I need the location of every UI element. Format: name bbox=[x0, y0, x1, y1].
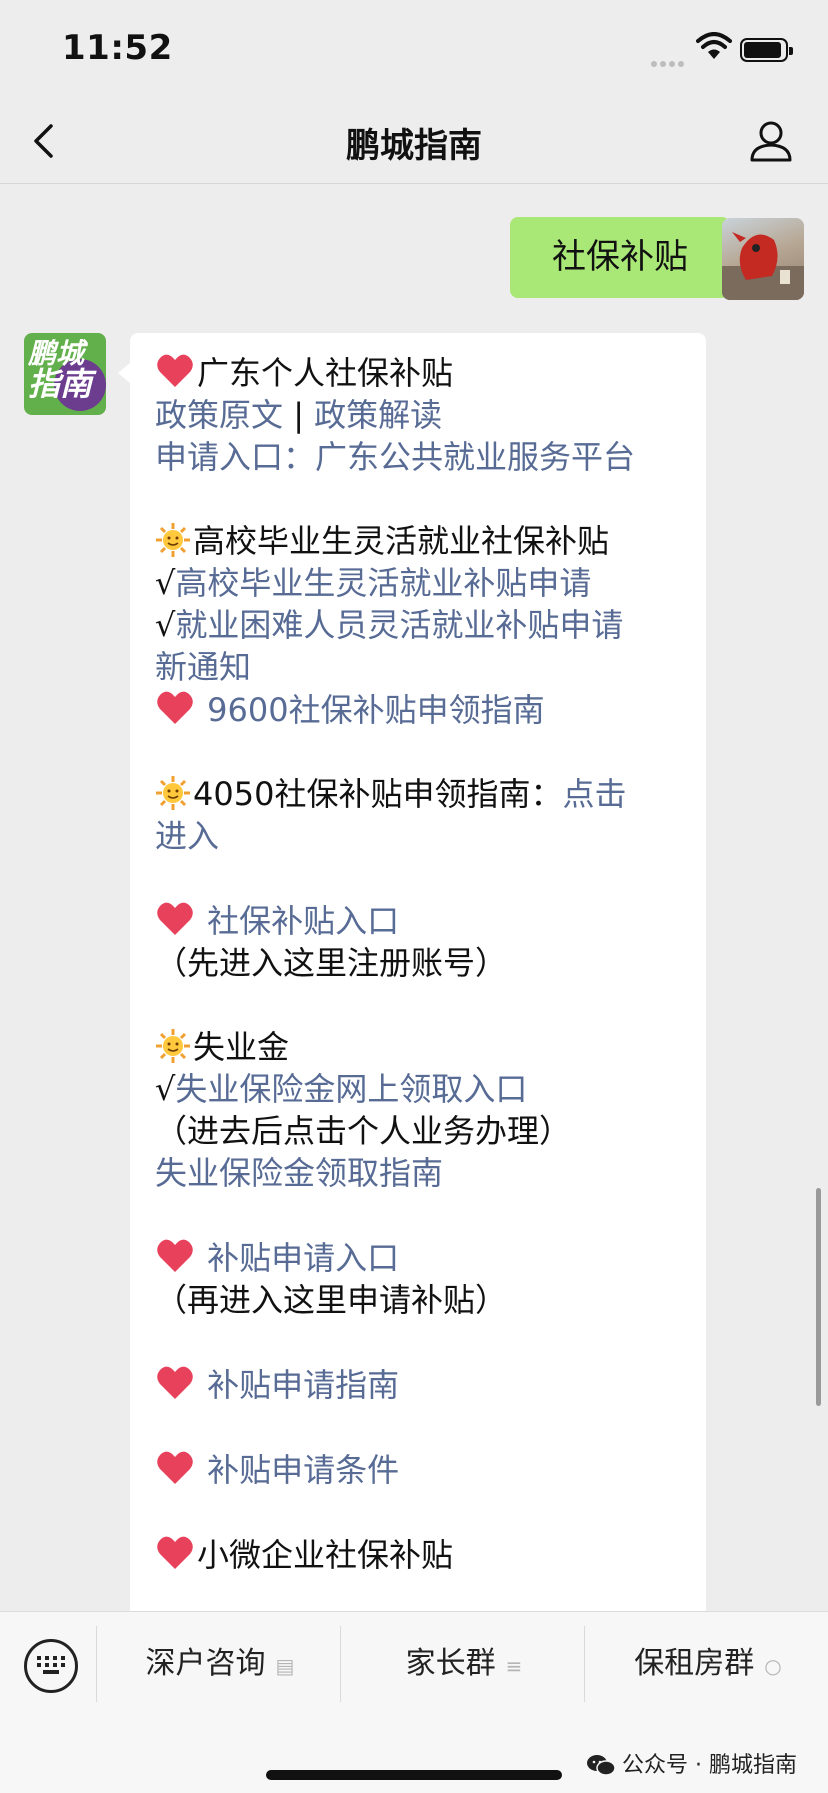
menu-divider bbox=[340, 1626, 341, 1702]
menu-divider bbox=[96, 1626, 97, 1702]
nav-bar: 鹏城指南 bbox=[0, 100, 828, 184]
graduate-apply-link[interactable]: 高校毕业生灵活就业补贴申请 bbox=[175, 564, 591, 602]
account-footer: 公众号 · 鹏城指南 bbox=[586, 1747, 797, 1779]
register-note: （先进入这里注册账号） bbox=[155, 944, 508, 982]
user-avatar[interactable] bbox=[722, 218, 804, 300]
unemployment-guide-link[interactable]: 失业保险金领取指南 bbox=[155, 1152, 682, 1194]
apply-conditions-link[interactable]: 补贴申请条件 bbox=[207, 1451, 399, 1489]
policy-interpretation-link[interactable]: 政策解读 bbox=[314, 396, 442, 434]
heart-icon bbox=[157, 691, 193, 724]
scrollbar[interactable] bbox=[816, 1188, 821, 1406]
battery-icon bbox=[740, 38, 793, 62]
hardship-apply-row: √就业困难人员灵活就业补贴申请 bbox=[155, 604, 682, 646]
menu-item-label: 家长群 bbox=[405, 1646, 496, 1681]
bot-avatar-line2: 指南 bbox=[28, 365, 93, 403]
check-mark: √ bbox=[155, 564, 176, 602]
heart-icon bbox=[157, 354, 193, 387]
row-apply-guide: 补贴申请指南 bbox=[155, 1363, 682, 1406]
doc-icon: ▤ bbox=[275, 1654, 295, 1678]
unemployment-entry-row: √失业保险金网上领取入口 bbox=[155, 1068, 682, 1110]
check-mark: √ bbox=[155, 606, 176, 644]
menu-item-rental[interactable]: 保租房群 ○ bbox=[588, 1642, 828, 1686]
section-title-text: 高校毕业生灵活就业社保补贴 bbox=[193, 522, 610, 560]
apply-entry-link[interactable]: 补贴申请入口 bbox=[207, 1239, 399, 1277]
section-title-text: 广东个人社保补贴 bbox=[197, 354, 454, 392]
section-title-text: 失业金 bbox=[193, 1028, 290, 1066]
keyboard-icon[interactable] bbox=[24, 1639, 78, 1693]
list-icon: ≡ bbox=[505, 1654, 523, 1678]
link-separator: | bbox=[283, 396, 315, 434]
section-title-text: 小微企业社保补贴 bbox=[197, 1536, 454, 1574]
row-apply-entry: 补贴申请入口 bbox=[155, 1236, 682, 1279]
policy-original-link[interactable]: 政策原文 bbox=[155, 396, 283, 434]
check-mark: √ bbox=[155, 1070, 176, 1108]
menu-item-label: 保租房群 bbox=[634, 1646, 755, 1681]
click-enter-link[interactable]: 点击 bbox=[562, 775, 626, 813]
apply-note: （再进入这里申请补贴） bbox=[155, 1281, 508, 1319]
bubble-icon: ○ bbox=[764, 1654, 782, 1678]
sun-icon bbox=[156, 523, 190, 557]
menu-item-shenhu[interactable]: 深户咨询 ▤ bbox=[100, 1642, 340, 1686]
section-guangdong-title: 广东个人社保补贴 bbox=[155, 351, 682, 394]
heart-icon bbox=[157, 1239, 193, 1272]
home-indicator[interactable] bbox=[266, 1770, 562, 1780]
graduate-apply-row: √高校毕业生灵活就业补贴申请 bbox=[155, 562, 682, 604]
row-subsidy-entry: 社保补贴入口 bbox=[155, 899, 682, 942]
bot-avatar[interactable]: 鹏城 指南 bbox=[24, 333, 106, 415]
bot-avatar-text: 鹏城 指南 bbox=[28, 339, 93, 403]
policy-links-row: 政策原文 | 政策解读 bbox=[155, 394, 682, 436]
heart-icon bbox=[157, 1366, 193, 1399]
row-9600-guide: 9600社保补贴申领指南 bbox=[155, 688, 682, 731]
section-smallbiz-title: 小微企业社保补贴 bbox=[155, 1533, 682, 1576]
subsidy-entry-link[interactable]: 社保补贴入口 bbox=[207, 902, 399, 940]
avatar-figure-icon bbox=[722, 232, 804, 300]
wechat-icon bbox=[587, 1755, 616, 1776]
heart-icon bbox=[157, 1451, 193, 1484]
sun-icon bbox=[156, 776, 190, 810]
user-message-bubble[interactable]: 社保补贴 bbox=[510, 217, 742, 298]
apply-guide-link[interactable]: 补贴申请指南 bbox=[207, 1366, 399, 1404]
bot-reply-bubble: 广东个人社保补贴 政策原文 | 政策解读 申请入口：广东公共就业服务平台 高校毕… bbox=[118, 333, 706, 1623]
footer-text: 公众号 · 鹏城指南 bbox=[622, 1753, 797, 1778]
row-apply-conditions: 补贴申请条件 bbox=[155, 1448, 682, 1491]
menu-item-parents[interactable]: 家长群 ≡ bbox=[344, 1642, 584, 1686]
signal-icon bbox=[651, 52, 687, 71]
section-unemployment-title: 失业金 bbox=[155, 1026, 682, 1068]
person-icon[interactable] bbox=[748, 118, 794, 164]
section-title-text: 4050社保补贴申领指南： bbox=[193, 775, 563, 813]
guide-9600-link[interactable]: 9600社保补贴申领指南 bbox=[207, 691, 544, 729]
status-bar: 11:52 bbox=[0, 0, 828, 100]
hardship-apply-link[interactable]: 就业困难人员灵活就业补贴申请 bbox=[175, 606, 623, 644]
sun-icon bbox=[156, 1029, 190, 1063]
heart-icon bbox=[157, 1536, 193, 1569]
application-entry-link[interactable]: 申请入口：广东公共就业服务平台 bbox=[155, 436, 682, 478]
page-title: 鹏城指南 bbox=[346, 126, 482, 166]
status-time: 11:52 bbox=[62, 28, 173, 68]
section-4050-title: 4050社保补贴申领指南：点击 bbox=[155, 773, 682, 815]
wifi-icon bbox=[696, 32, 732, 59]
personal-business-note: （进去后点击个人业务办理） bbox=[155, 1112, 572, 1150]
menu-divider bbox=[584, 1626, 585, 1702]
heart-icon bbox=[157, 902, 193, 935]
section-graduate-title: 高校毕业生灵活就业社保补贴 bbox=[155, 520, 682, 562]
hardship-apply-link-cont[interactable]: 新通知 bbox=[155, 646, 682, 688]
click-enter-link-cont[interactable]: 进入 bbox=[155, 815, 682, 857]
menu-item-label: 深户咨询 bbox=[145, 1646, 266, 1681]
unemployment-entry-link[interactable]: 失业保险金网上领取入口 bbox=[175, 1070, 527, 1108]
bottom-menu-bar: 深户咨询 ▤ 家长群 ≡ 保租房群 ○ 公众号 · 鹏城指南 bbox=[0, 1611, 828, 1793]
